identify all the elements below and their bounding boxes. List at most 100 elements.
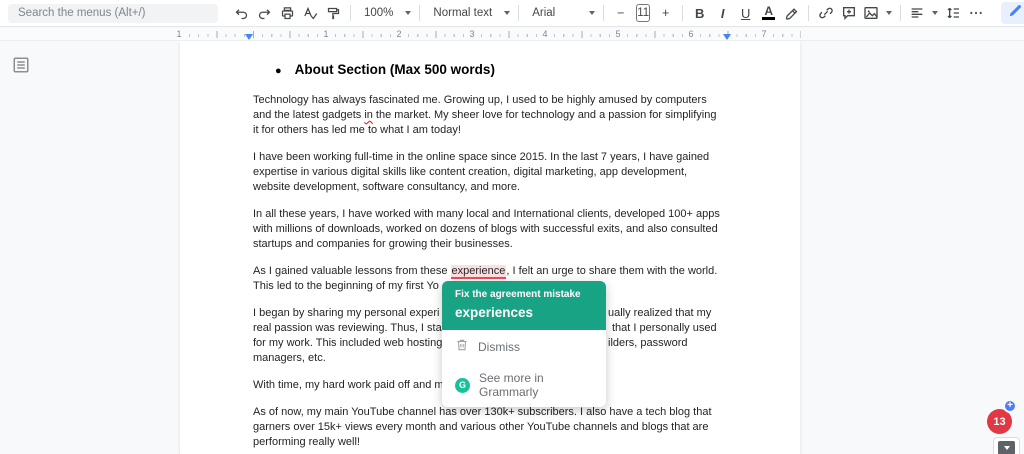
text-line: with millions of downloads, worked on do… — [253, 222, 731, 237]
grammar-error-word[interactable]: experience — [451, 265, 507, 279]
more-options-button[interactable] — [964, 2, 987, 24]
pencil-icon — [1008, 3, 1023, 23]
toolbar-divider — [603, 5, 604, 21]
spellcheck-button[interactable] — [299, 2, 322, 24]
chevron-down-icon — [405, 11, 411, 15]
ruler-number: 6 — [686, 28, 695, 40]
grammarly-plus-badge[interactable]: + — [1003, 399, 1017, 413]
undo-button[interactable] — [230, 2, 253, 24]
highlight-color-button[interactable] — [780, 2, 803, 24]
redo-button[interactable] — [253, 2, 276, 24]
chevron-down-icon — [589, 11, 595, 15]
chevron-down-icon — [504, 11, 510, 15]
zoom-value: 100% — [359, 7, 398, 19]
paint-format-button[interactable] — [322, 2, 345, 24]
highlighter-icon — [784, 6, 799, 21]
outline-icon — [12, 56, 30, 79]
paragraph-7: As of now, my main YouTube channel has o… — [253, 405, 731, 450]
see-more-label: See more in Grammarly — [479, 371, 593, 399]
redo-icon — [257, 6, 272, 21]
suggestion-replacement[interactable]: experiences — [455, 305, 593, 320]
font-size-field[interactable]: 11 — [636, 4, 650, 22]
print-button[interactable] — [276, 2, 299, 24]
dismiss-label: Dismiss — [478, 340, 520, 354]
ruler-number: 1 — [174, 28, 183, 40]
toolbar: Search the menus (Alt+/) 100% Normal tex… — [0, 0, 1024, 27]
minus-icon: − — [617, 6, 624, 20]
ruler-number: 7 — [759, 28, 768, 40]
heading-row: ● About Section (Max 500 words) — [275, 62, 731, 79]
text-line: expertise in various digital skills like… — [253, 165, 731, 180]
print-icon — [280, 6, 295, 21]
line-spacing-button[interactable] — [941, 2, 964, 24]
search-placeholder: Search the menus (Alt+/) — [18, 7, 146, 19]
font-size-increase-button[interactable]: + — [654, 2, 677, 24]
text-fragment: As I gained valuable lessons from these — [253, 265, 451, 277]
search-input[interactable]: Search the menus (Alt+/) — [8, 4, 218, 23]
zoom-select[interactable]: 100% — [356, 2, 414, 24]
comment-icon — [841, 5, 857, 21]
paragraph-style-select[interactable]: Normal text — [425, 2, 513, 24]
heading-text: About Section (Max 500 words) — [295, 62, 495, 77]
more-icon — [968, 5, 984, 21]
text-line: I have been working full-time in the onl… — [253, 150, 731, 165]
italic-label: I — [721, 6, 725, 21]
text-line: In all these years, I have worked with m… — [253, 207, 731, 222]
text-line: garners over 15k+ views every month and … — [253, 420, 731, 435]
text-line: As of now, my main YouTube channel has o… — [253, 405, 731, 420]
text-line: and the latest gadgets in the market. My… — [253, 108, 731, 123]
insert-link-button[interactable] — [814, 2, 837, 24]
right-indent-marker[interactable] — [723, 34, 731, 40]
underline-button[interactable]: U — [734, 2, 757, 24]
align-button[interactable] — [906, 2, 941, 24]
paragraph-2: I have been working full-time in the onl… — [253, 150, 731, 195]
text-line: As I gained valuable lessons from these … — [253, 264, 731, 279]
spellcheck-icon — [303, 6, 318, 21]
suggestion-header[interactable]: Fix the agreement mistake experiences — [442, 281, 606, 330]
ruler: 1 1 2 3 4 5 6 7 — [0, 28, 1024, 41]
font-select[interactable]: Arial — [524, 2, 598, 24]
text-line: Technology has always fascinated me. Gro… — [253, 93, 731, 108]
text-line: it for others has led me to what I am to… — [253, 123, 731, 138]
bold-button[interactable]: B — [688, 2, 711, 24]
text-line: startups and companies for growing their… — [253, 237, 731, 252]
font-size-decrease-button[interactable]: − — [609, 2, 632, 24]
text-fragment: ually realized that my — [608, 306, 711, 321]
text-color-button[interactable]: A — [757, 2, 780, 24]
paragraph-style-value: Normal text — [428, 7, 497, 19]
font-value: Arial — [527, 7, 560, 19]
text-fragment: for my work. This included web hosting — [253, 337, 442, 349]
toolbar-divider — [419, 5, 420, 21]
bold-label: B — [695, 6, 704, 21]
insert-image-button[interactable] — [860, 2, 895, 24]
plus-icon: + — [1007, 401, 1013, 411]
chevron-down-icon — [932, 11, 938, 15]
grammarly-suggestion-popup: Fix the agreement mistake experiences Di… — [442, 281, 606, 407]
document-outline-button[interactable] — [10, 56, 32, 78]
text-color-icon: A — [762, 6, 775, 20]
dismiss-button[interactable]: Dismiss — [442, 330, 606, 363]
toolbar-divider — [808, 5, 809, 21]
underline-label: U — [741, 6, 750, 21]
text-line: website development, software consultanc… — [253, 180, 731, 195]
trash-icon — [455, 338, 469, 355]
editing-mode-button[interactable] — [1001, 2, 1024, 24]
left-indent-marker[interactable] — [245, 34, 253, 40]
link-icon — [818, 5, 834, 21]
suggestion-title: Fix the agreement mistake — [455, 289, 593, 300]
spelling-error-word[interactable]: in — [364, 109, 373, 121]
text-fragment: that I personally used — [612, 321, 717, 336]
toolbar-divider — [900, 5, 901, 21]
download-arrow-icon — [998, 441, 1015, 454]
text-fragment: the market. My sheer love for technology… — [373, 109, 717, 121]
paint-format-icon — [326, 6, 341, 21]
see-more-button[interactable]: G See more in Grammarly — [442, 363, 606, 407]
align-left-icon — [909, 5, 925, 21]
toolbar-divider — [682, 5, 683, 21]
text-line: performing really well! — [253, 435, 731, 450]
add-comment-button[interactable] — [837, 2, 860, 24]
corner-scroll-button[interactable] — [993, 437, 1020, 454]
italic-button[interactable]: I — [711, 2, 734, 24]
undo-icon — [234, 6, 249, 21]
text-fragment: and the latest gadgets — [253, 109, 364, 121]
